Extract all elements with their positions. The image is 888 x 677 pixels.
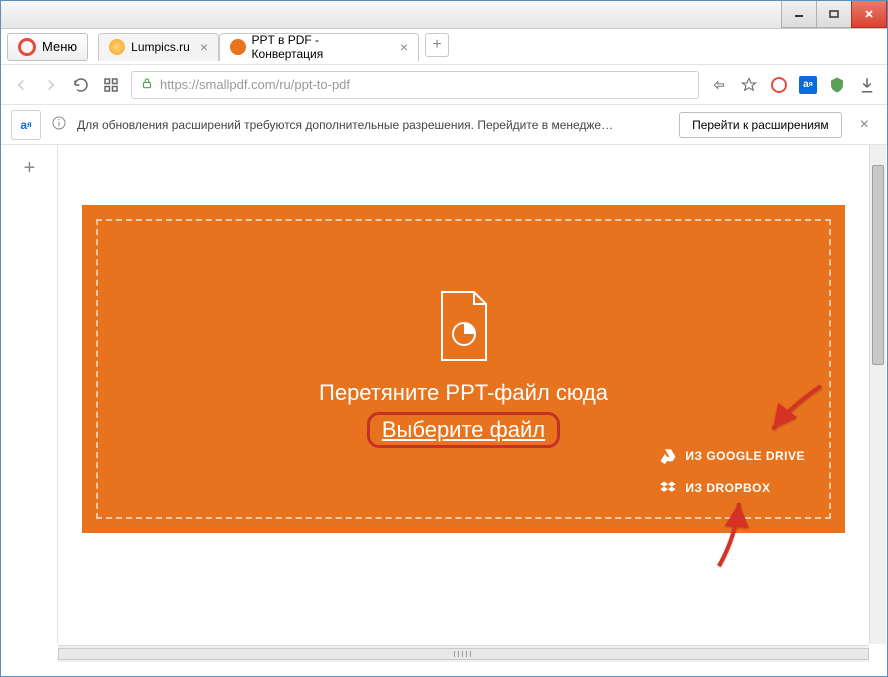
scrollbar-thumb[interactable] (58, 648, 869, 660)
tab-lumpics[interactable]: Lumpics.ru × (98, 33, 219, 61)
adblock-ext-icon[interactable] (827, 75, 847, 95)
address-bar: https://smallpdf.com/ru/ppt-to-pdf aя (1, 65, 887, 105)
tab-smallpdf[interactable]: PPT в PDF - Конвертация × (219, 33, 419, 61)
opera-ext-icon[interactable] (769, 75, 789, 95)
page-content: Перетяните PPT-файл сюда Выберите файл И… (58, 145, 869, 644)
translate-icon: aя (11, 110, 41, 140)
goto-extensions-button[interactable]: Перейти к расширениям (679, 112, 842, 138)
tab-close-icon[interactable]: × (400, 39, 408, 55)
upload-panel: Перетяните PPT-файл сюда Выберите файл И… (82, 205, 845, 533)
url-text: https://smallpdf.com/ru/ppt-to-pdf (160, 77, 350, 92)
google-drive-icon (659, 447, 677, 465)
url-input[interactable]: https://smallpdf.com/ru/ppt-to-pdf (131, 71, 699, 99)
menu-label: Меню (42, 39, 77, 54)
dropbox-icon (659, 479, 677, 497)
translate-ext-icon[interactable]: aя (799, 76, 817, 94)
lock-icon (140, 76, 154, 93)
opera-menu-button[interactable]: Меню (7, 33, 88, 61)
vpn-forward-icon[interactable] (709, 75, 729, 95)
sidebar-add-button[interactable]: + (24, 157, 36, 180)
file-drop-zone[interactable]: Перетяните PPT-файл сюда Выберите файл И… (96, 219, 831, 519)
choose-file-button[interactable]: Выберите файл (367, 412, 560, 448)
infobar-message: Для обновления расширений требуются допо… (77, 118, 613, 132)
browser-window: Меню Lumpics.ru × PPT в PDF - Конвертаци… (0, 0, 888, 677)
drag-hint-text: Перетяните PPT-файл сюда (319, 380, 608, 406)
from-google-drive-link[interactable]: ИЗ GOOGLE DRIVE (659, 447, 805, 465)
window-maximize-button[interactable] (816, 1, 852, 28)
nav-forward-button[interactable] (41, 75, 61, 95)
nav-reload-button[interactable] (71, 75, 91, 95)
tab-strip: Меню Lumpics.ru × PPT в PDF - Конвертаци… (1, 29, 887, 65)
dropbox-label: ИЗ DROPBOX (685, 481, 770, 495)
cloud-source-links: ИЗ GOOGLE DRIVE ИЗ DROPBOX (659, 447, 805, 497)
favicon-icon (109, 39, 125, 55)
speed-dial-button[interactable] (101, 75, 121, 95)
vertical-scrollbar[interactable] (869, 145, 886, 644)
ppt-file-icon (436, 290, 492, 362)
window-close-button[interactable] (851, 1, 887, 28)
tab-title: PPT в PDF - Конвертация (252, 33, 390, 61)
downloads-icon[interactable] (857, 75, 877, 95)
window-minimize-button[interactable] (781, 1, 817, 28)
horizontal-scrollbar[interactable] (58, 645, 869, 662)
extension-info-bar: aя Для обновления расширений требуются д… (1, 105, 887, 145)
favicon-icon (230, 39, 246, 55)
from-dropbox-link[interactable]: ИЗ DROPBOX (659, 479, 805, 497)
left-sidebar: + (2, 145, 58, 644)
nav-back-button[interactable] (11, 75, 31, 95)
opera-logo-icon (18, 38, 36, 56)
infobar-close-icon[interactable]: × (860, 116, 869, 134)
info-icon (51, 115, 67, 134)
scrollbar-thumb[interactable] (872, 165, 884, 365)
window-titlebar (1, 1, 887, 29)
new-tab-button[interactable]: + (425, 33, 449, 57)
gdrive-label: ИЗ GOOGLE DRIVE (685, 449, 805, 463)
bookmark-icon[interactable] (739, 75, 759, 95)
tab-title: Lumpics.ru (131, 40, 190, 54)
tab-close-icon[interactable]: × (200, 39, 208, 55)
